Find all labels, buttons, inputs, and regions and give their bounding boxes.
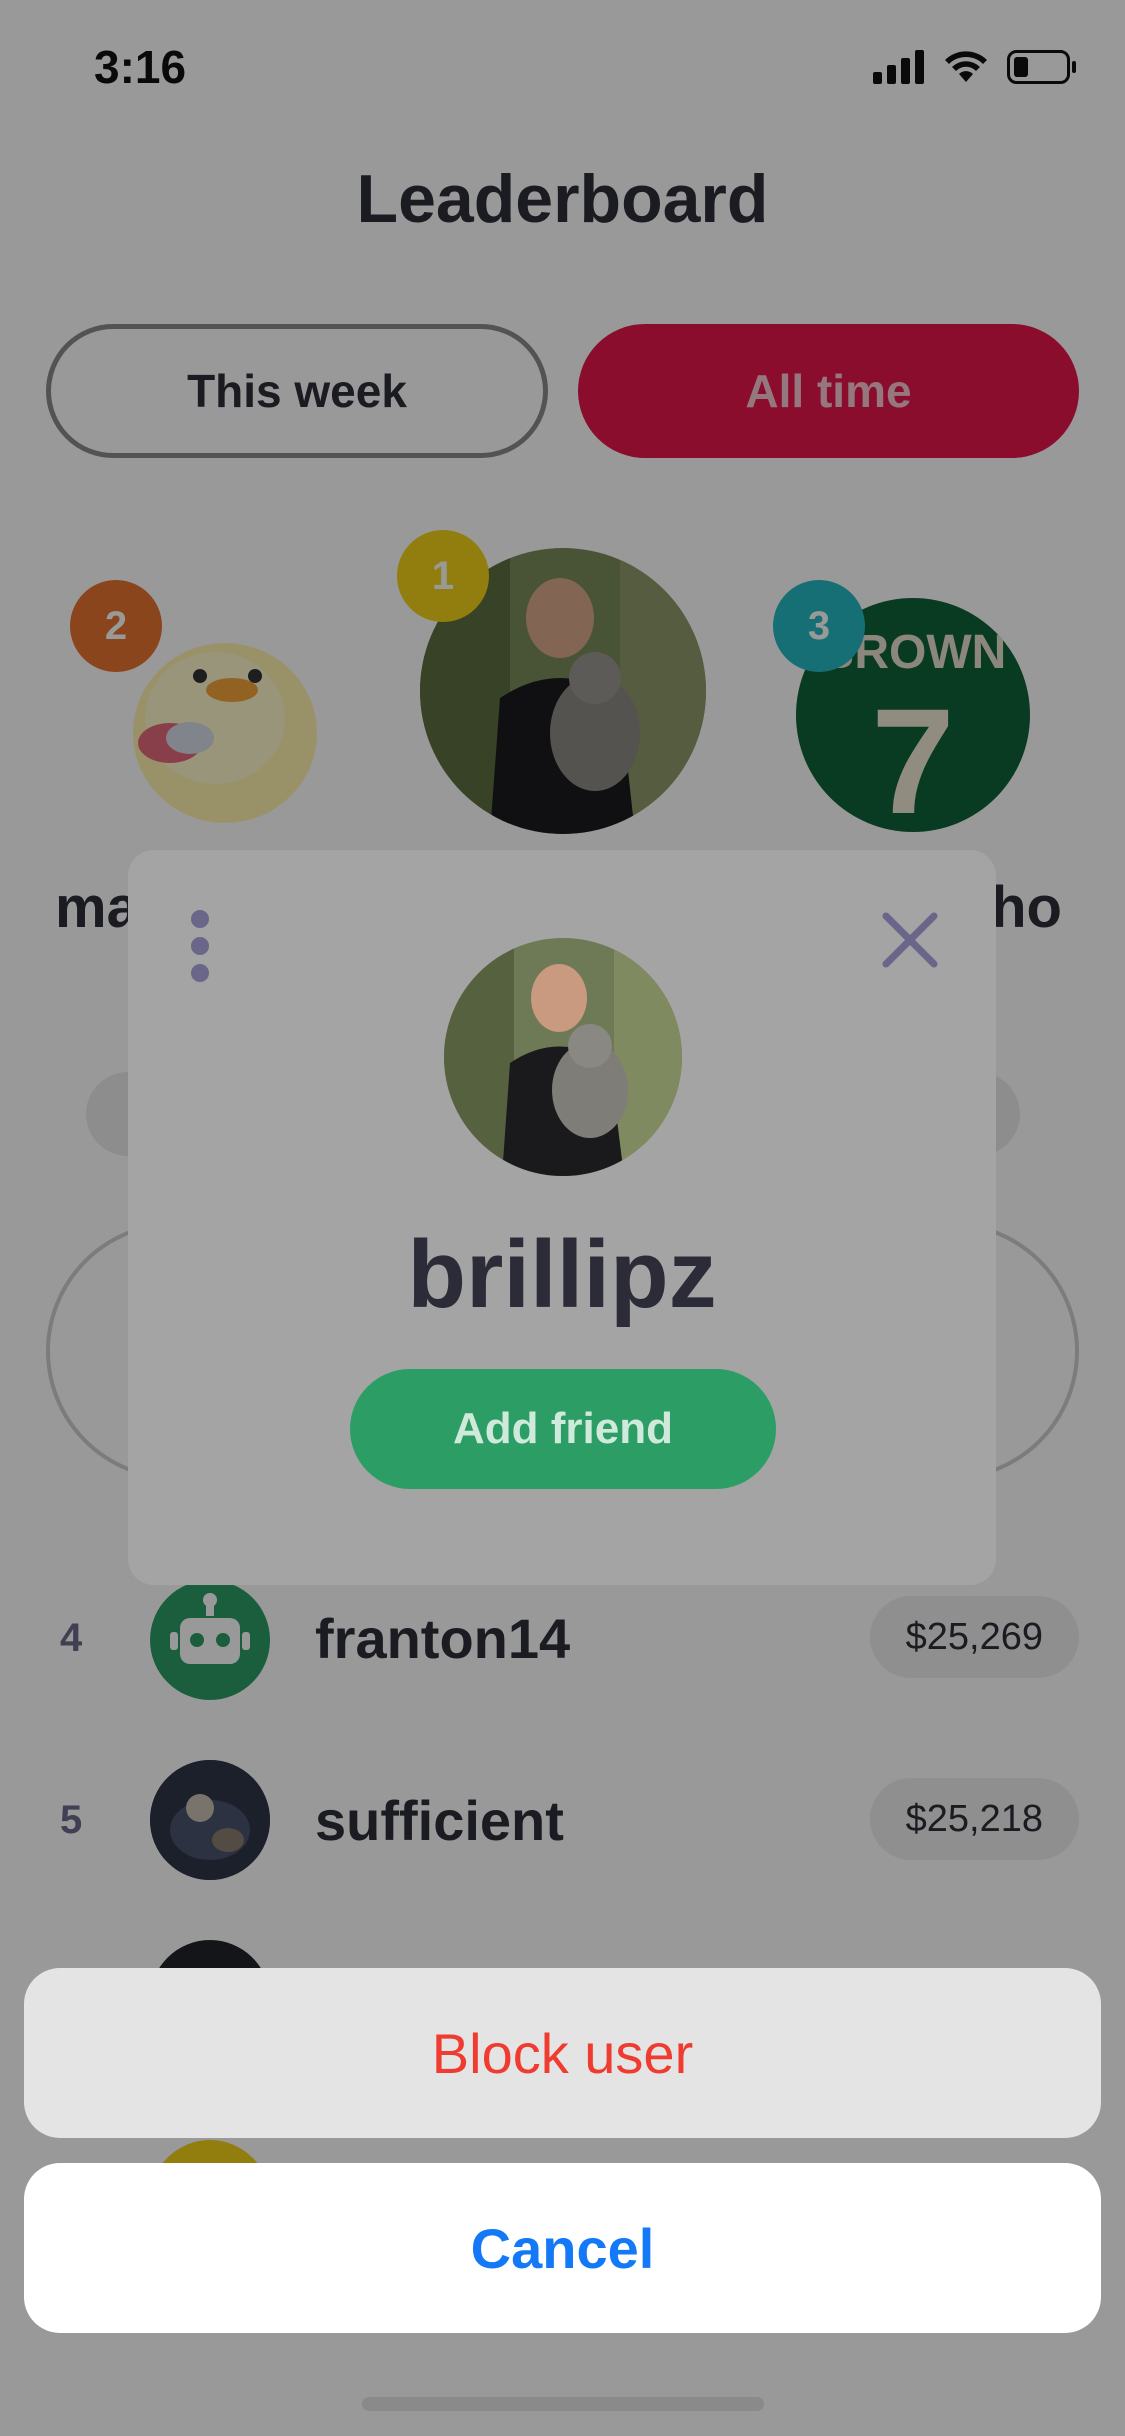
man-with-koala-avatar-image [444, 938, 682, 1176]
add-friend-button[interactable]: Add friend [350, 1369, 776, 1489]
home-indicator [362, 2397, 764, 2411]
cancel-button[interactable]: Cancel [24, 2163, 1101, 2333]
profile-username: brillipz [407, 1221, 717, 1328]
profile-avatar [444, 938, 682, 1176]
more-vertical-icon[interactable] [180, 910, 220, 982]
block-user-button[interactable]: Block user [24, 1968, 1101, 2138]
close-icon[interactable] [878, 908, 942, 972]
profile-card: brillipz Add friend [128, 850, 996, 1585]
